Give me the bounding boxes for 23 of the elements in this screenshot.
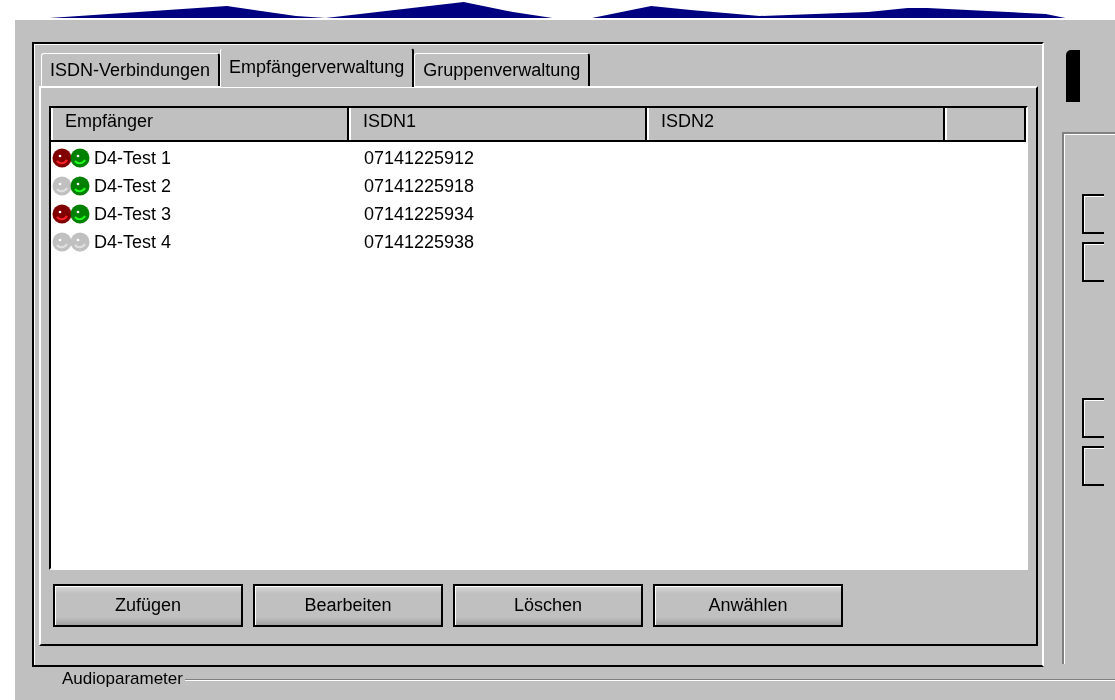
group-label: Audioparameter — [62, 669, 183, 689]
partial-button[interactable] — [1082, 398, 1104, 438]
action-button[interactable]: Bearbeiten — [253, 584, 443, 627]
table-cell: 07141225934 — [364, 203, 475, 224]
column-header[interactable]: Empfänger — [51, 108, 349, 140]
tab[interactable]: Gruppenverwaltung — [414, 53, 591, 86]
column-header[interactable] — [945, 108, 1026, 140]
table-cell: D4-Test 2 — [94, 175, 172, 197]
table-cell: 07141225938 — [364, 231, 475, 252]
partial-button[interactable] — [1082, 242, 1104, 282]
table-cell: D4-Test 4 — [94, 231, 172, 253]
table-cell: 07141225912 — [364, 147, 475, 168]
column-header[interactable]: ISDN2 — [647, 108, 945, 140]
column-header[interactable]: ISDN1 — [349, 108, 647, 140]
action-button[interactable]: Löschen — [453, 584, 643, 627]
partial-button[interactable] — [1082, 446, 1104, 486]
action-button[interactable]: Zufügen — [53, 584, 243, 627]
table-cell: D4-Test 3 — [94, 203, 172, 225]
action-button[interactable]: Anwählen — [653, 584, 843, 627]
table-cell: 07141225918 — [364, 175, 475, 196]
tab[interactable]: Empfängerverwaltung — [220, 48, 415, 87]
partial-button[interactable] — [1082, 194, 1104, 234]
table-cell: D4-Test 1 — [94, 147, 172, 169]
